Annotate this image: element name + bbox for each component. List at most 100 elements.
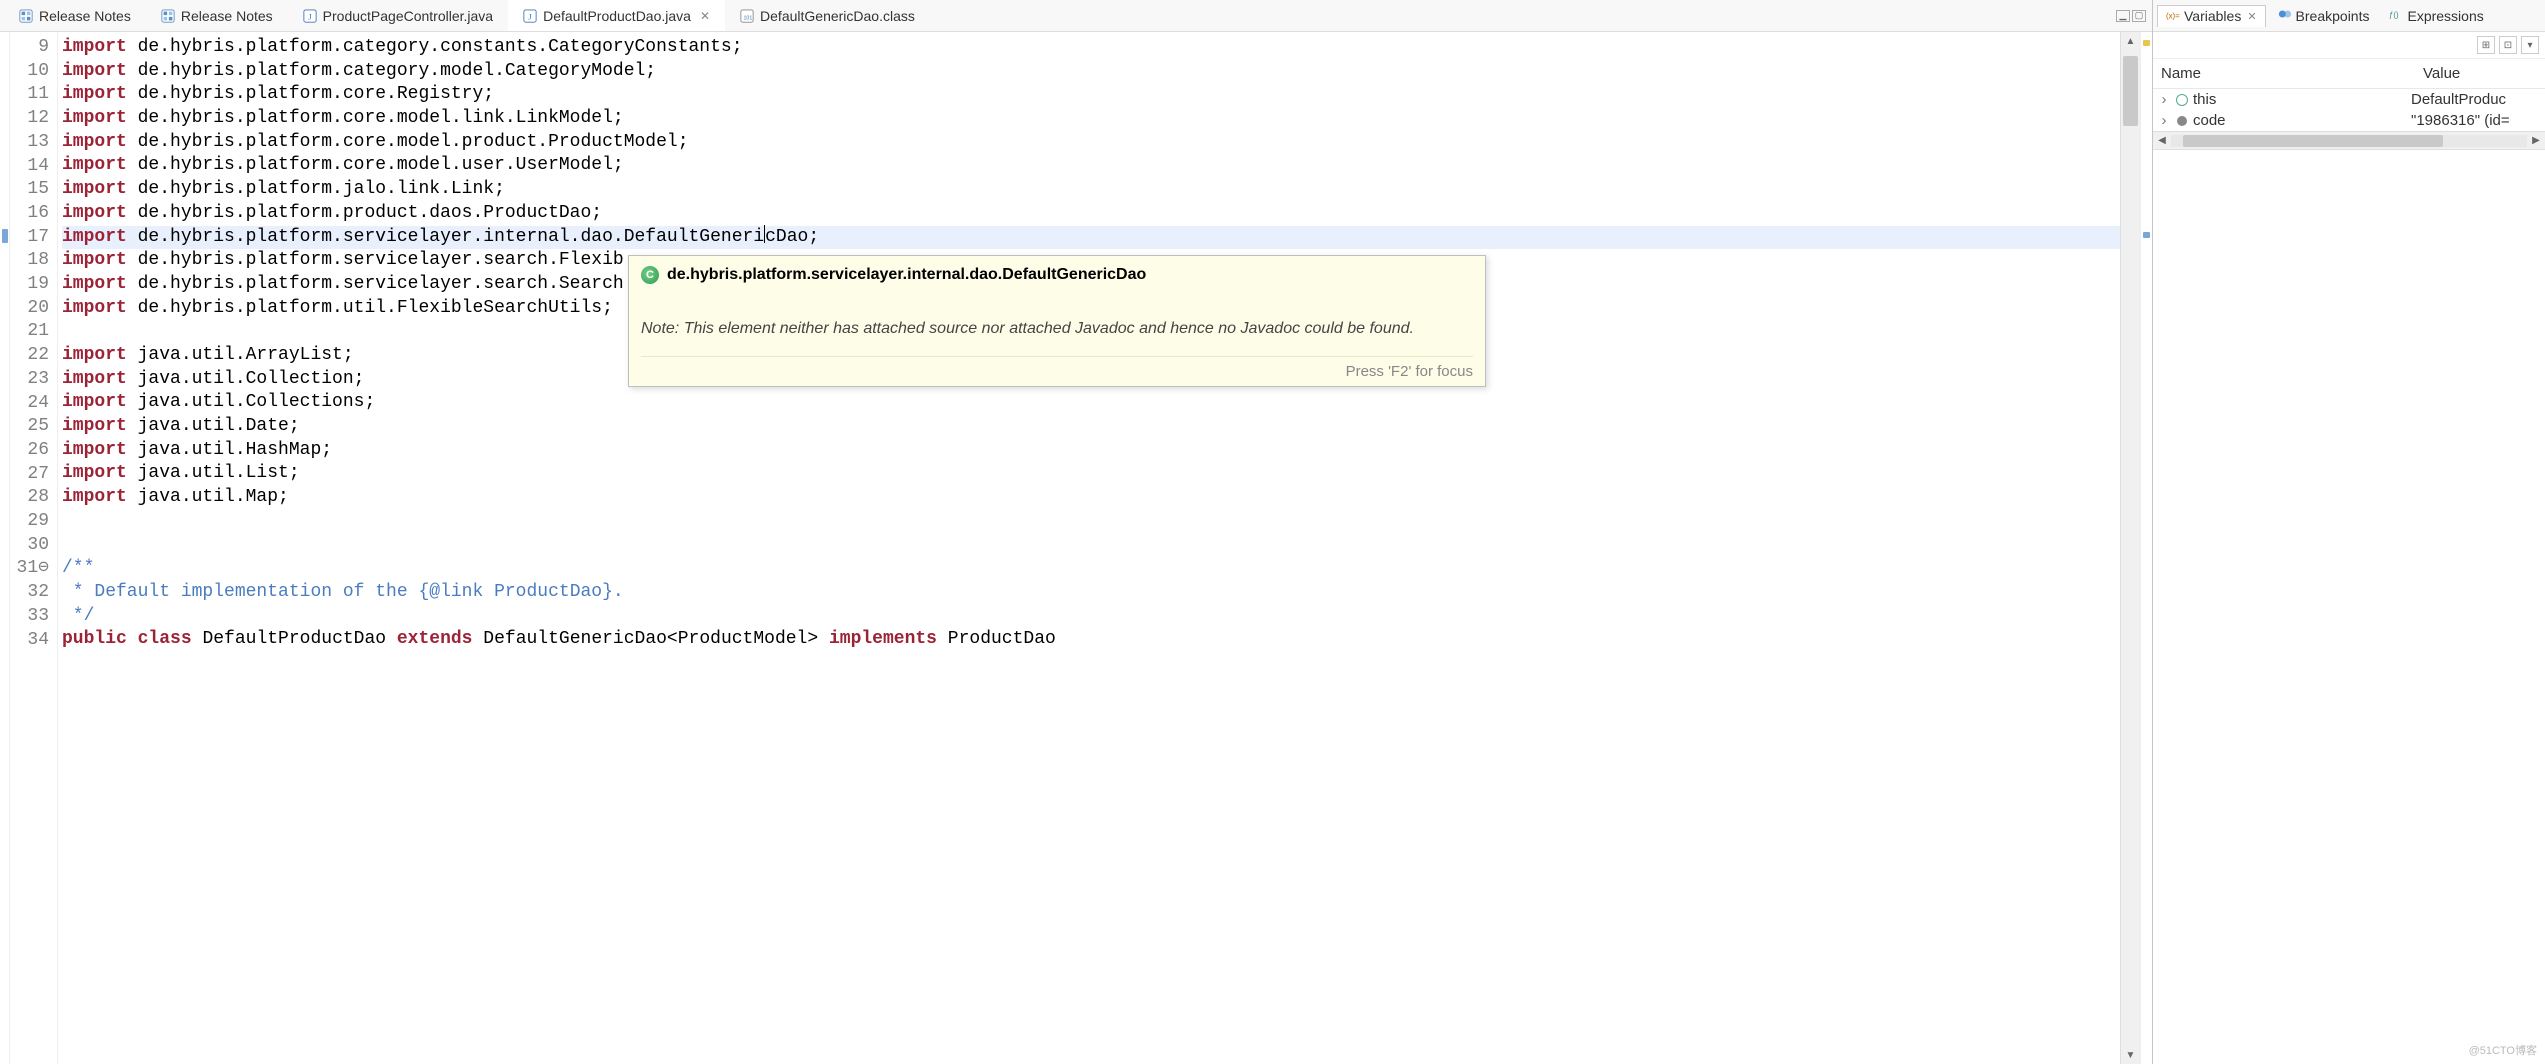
editor-tab-bar: Release Notes Release Notes J ProductPageCo… [0,0,2152,32]
object-icon [2175,93,2189,107]
editor-body: 9101112131415161718192021222324252627282… [0,32,2152,1064]
variable-name: this [2193,91,2411,108]
javadoc-hover-tooltip[interactable]: C de.hybris.platform.servicelayer.intern… [628,255,1486,387]
line-number: 9 [10,36,49,60]
editor-tab-release-notes-1[interactable]: Release Notes [4,0,146,31]
line-number: 12 [10,107,49,131]
editor-tab-release-notes-2[interactable]: Release Notes [146,0,288,31]
editor-window-controls: ▁ ▢ [2116,10,2152,22]
line-number: 34 [10,629,49,653]
scroll-track[interactable] [2171,135,2527,147]
variables-toolbar: ⊞ ⊡ ▾ [2153,32,2545,59]
tab-label: Variables [2184,8,2241,24]
scroll-down-arrow[interactable]: ▼ [2121,1046,2140,1064]
code-line[interactable]: * Default implementation of the {@link P… [62,581,2120,605]
debug-tab-bar: (x)=Variables✕Breakpointsƒ()Expressions [2153,0,2545,32]
expand-icon[interactable]: › [2157,112,2171,129]
code-line[interactable]: import de.hybris.platform.category.const… [62,36,2120,60]
line-number: 13 [10,131,49,155]
editor-pane: Release Notes Release Notes J ProductPageCo… [0,0,2153,1064]
line-number: 32 [10,581,49,605]
line-number: 17 [10,226,49,250]
toolbar-button[interactable]: ⊡ [2499,36,2517,54]
tab-label: Expressions [2407,8,2483,24]
tab-label: Release Notes [181,8,273,24]
close-tab-icon[interactable]: ✕ [2247,10,2256,23]
view-menu-button[interactable]: ▾ [2521,36,2539,54]
editor-tab-product-page-controller[interactable]: J ProductPageController.java [288,0,508,31]
variable-row[interactable]: ›thisDefaultProduc [2153,89,2545,110]
code-line[interactable]: */ [62,605,2120,629]
svg-text:J: J [308,11,312,21]
line-number: 20 [10,297,49,321]
code-line[interactable]: import de.hybris.platform.core.Registry; [62,83,2120,107]
line-number: 24 [10,392,49,416]
editor-tab-default-product-dao[interactable]: J DefaultProductDao.java ✕ [508,0,725,31]
line-number-gutter: 9101112131415161718192021222324252627282… [10,32,58,1064]
editor-tab-default-generic-dao[interactable]: 101DefaultGenericDao.class [725,0,930,31]
watermark: @51CTO博客 [2469,1042,2537,1058]
line-number: 15 [10,178,49,202]
code-line[interactable]: import de.hybris.platform.core.model.lin… [62,107,2120,131]
text-cursor [764,225,765,243]
tab-label: DefaultProductDao.java [543,8,691,24]
overview-ruler[interactable] [2140,32,2152,1064]
scroll-up-arrow[interactable]: ▲ [2121,32,2140,50]
line-number: 29 [10,510,49,534]
tab-label: ProductPageController.java [323,8,493,24]
breakpoints-icon [2278,7,2292,24]
toolbar-button[interactable]: ⊞ [2477,36,2495,54]
feature-icon [18,8,34,24]
debug-tab-variables[interactable]: (x)=Variables✕ [2157,5,2266,27]
code-line[interactable]: import de.hybris.platform.servicelayer.i… [62,226,2120,250]
code-line[interactable]: import java.util.Map; [62,486,2120,510]
maximize-view-button[interactable]: ▢ [2132,10,2146,22]
line-number: 22 [10,344,49,368]
vertical-scrollbar[interactable]: ▲ ▼ [2120,32,2140,1064]
column-header-name[interactable]: Name [2153,59,2415,88]
line-number: 21 [10,320,49,344]
code-line[interactable]: /** [62,557,2120,581]
variables-horizontal-scrollbar[interactable]: ◀ ▶ [2153,131,2545,149]
class-icon: 101 [739,8,755,24]
hover-footer-hint: Press 'F2' for focus [641,356,1473,380]
column-header-value[interactable]: Value [2415,59,2545,88]
code-line[interactable]: import de.hybris.platform.core.model.pro… [62,131,2120,155]
line-number: 19 [10,273,49,297]
java-icon: J [522,8,538,24]
hover-title: de.hybris.platform.servicelayer.internal… [667,266,1146,284]
scroll-left-arrow[interactable]: ◀ [2153,135,2171,146]
hover-note: Note: This element neither has attached … [641,320,1473,338]
java-icon: J [302,8,318,24]
variable-row[interactable]: ›code"1986316" (id= [2153,110,2545,131]
code-line[interactable] [62,533,2120,557]
code-line[interactable]: import java.util.Collections; [62,391,2120,415]
code-line[interactable]: import de.hybris.platform.product.daos.P… [62,202,2120,226]
line-number: 23 [10,368,49,392]
code-line[interactable]: import de.hybris.platform.jalo.link.Link… [62,178,2120,202]
code-line[interactable]: public class DefaultProductDao extends D… [62,628,2120,652]
horizontal-scroll-thumb[interactable] [2183,135,2443,147]
line-number: 16 [10,202,49,226]
source-code-area[interactable]: import de.hybris.platform.category.const… [58,32,2120,1064]
svg-text:J: J [528,11,532,21]
scroll-right-arrow[interactable]: ▶ [2527,135,2545,146]
variable-name: code [2193,112,2411,129]
line-number: 10 [10,60,49,84]
close-tab-icon[interactable]: ✕ [700,9,710,23]
line-number: 25 [10,415,49,439]
debug-tab-expressions[interactable]: ƒ()Expressions [2381,5,2491,26]
line-number: 14 [10,155,49,179]
vertical-scroll-thumb[interactable] [2123,56,2138,126]
variables-header-row: Name Value [2153,59,2545,89]
code-line[interactable]: import java.util.HashMap; [62,439,2120,463]
tab-label: Release Notes [39,8,131,24]
minimize-view-button[interactable]: ▁ [2116,10,2130,22]
debug-tab-breakpoints[interactable]: Breakpoints [2270,5,2378,26]
code-line[interactable]: import java.util.List; [62,462,2120,486]
code-line[interactable]: import java.util.Date; [62,415,2120,439]
expand-icon[interactable]: › [2157,91,2171,108]
code-line[interactable]: import de.hybris.platform.category.model… [62,60,2120,84]
code-line[interactable] [62,510,2120,534]
code-line[interactable]: import de.hybris.platform.core.model.use… [62,154,2120,178]
